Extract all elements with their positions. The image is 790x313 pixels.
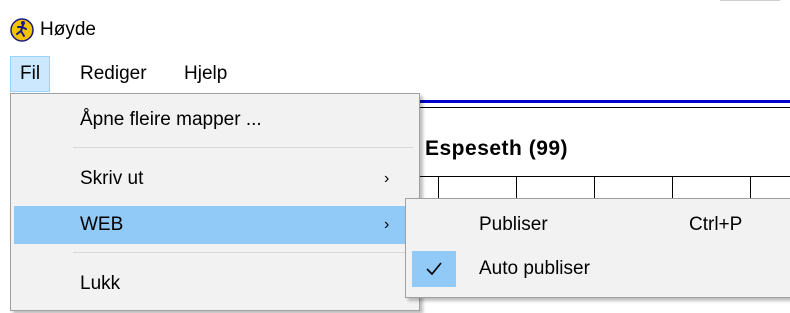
document-rule-black	[415, 107, 790, 108]
menu-item-print[interactable]: Skriv ut ›	[14, 160, 416, 198]
menu-rediger[interactable]: Rediger	[70, 56, 157, 92]
menu-item-label: Skriv ut	[80, 168, 144, 189]
menu-item-label: Lukk	[80, 273, 121, 294]
menu-bar: Fil Rediger Hjelp	[0, 56, 790, 92]
table-grid-line	[672, 176, 673, 200]
submenu-item-label: Auto publiser	[479, 258, 590, 279]
submenu-item-label: Publiser	[479, 214, 548, 235]
window-title: Høyde	[40, 19, 96, 40]
title-bar: Høyde	[0, 0, 790, 56]
submenu-arrow-icon: ›	[384, 170, 390, 187]
menu-item-label: Åpne fleire mapper ...	[80, 109, 262, 130]
document-heading: Espeseth (99)	[425, 137, 569, 160]
submenu-arrow-icon: ›	[384, 216, 390, 233]
shortcut-label: Ctrl+P	[689, 214, 743, 235]
table-grid-line	[594, 176, 595, 200]
submenu-item-auto-publish[interactable]: Auto publiser	[409, 249, 790, 289]
document-rule-blue	[415, 100, 790, 103]
web-submenu: Publiser Ctrl+P Auto publiser	[405, 198, 790, 298]
checkmark-icon	[412, 251, 456, 287]
table-grid-line	[516, 176, 517, 200]
menu-separator	[73, 147, 413, 148]
table-grid-line	[750, 176, 751, 200]
menu-hjelp[interactable]: Hjelp	[174, 56, 237, 92]
title-divider	[720, 0, 780, 1]
submenu-item-publish[interactable]: Publiser Ctrl+P	[409, 205, 790, 245]
table-grid-top	[415, 176, 790, 177]
app-runner-icon	[10, 18, 34, 42]
menu-item-web[interactable]: WEB ›	[14, 206, 416, 244]
menu-item-open-folders[interactable]: Åpne fleire mapper ...	[14, 101, 416, 139]
menu-separator	[73, 252, 413, 253]
menu-item-close[interactable]: Lukk	[14, 265, 416, 303]
menu-item-label: WEB	[80, 214, 124, 235]
table-grid-line	[438, 176, 439, 200]
menu-fil[interactable]: Fil	[10, 56, 51, 92]
file-menu-dropdown: Åpne fleire mapper ... Skriv ut › WEB › …	[10, 93, 420, 311]
